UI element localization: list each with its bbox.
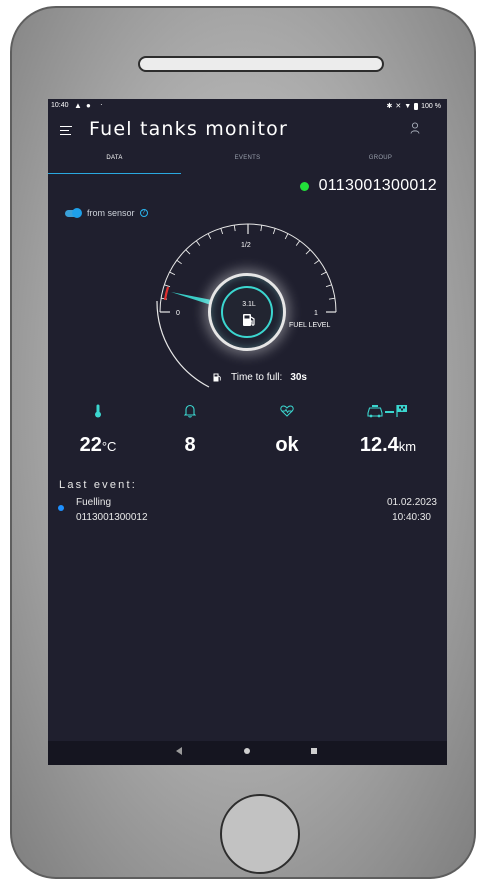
gauge-tick [169, 271, 176, 276]
nav-home-icon[interactable] [244, 748, 250, 754]
bell-icon [184, 404, 196, 418]
gauge-tick [325, 284, 332, 288]
stat-alarms: 8 [145, 402, 235, 457]
gauge-caption: FUEL LEVEL [289, 322, 331, 329]
gauge-tick [328, 297, 335, 300]
nav-recent-apps-icon[interactable] [311, 748, 317, 754]
gauge-min-label: 0 [176, 310, 180, 317]
gauge-tick [305, 249, 311, 255]
fuel-gauge [156, 223, 337, 388]
gauge-tick [314, 259, 320, 265]
gauge-tick [260, 225, 263, 232]
gauge-value: 3.1L [242, 301, 256, 308]
time-to-full: Time to full: 30s [213, 372, 307, 383]
gauge-mid-label: 1/2 [241, 242, 251, 249]
device-speaker [138, 56, 384, 72]
gauge-tick [272, 228, 276, 235]
event-time: 10:40:30 [392, 512, 431, 523]
gauge-low-zone [163, 286, 170, 301]
system-nav-bar [48, 741, 447, 765]
gauge-tick [320, 271, 327, 276]
stat-health: ok [242, 402, 332, 457]
gauge-tick [284, 233, 289, 240]
car-route-icon [367, 405, 407, 418]
gauge-tick [220, 228, 224, 235]
health-value: ok [275, 434, 299, 456]
gauge-tick [295, 240, 301, 246]
gauge-tick [195, 240, 201, 246]
gauge-center-ring: 3.1L [208, 273, 286, 351]
event-dot-icon [58, 505, 64, 511]
alarms-value: 8 [184, 434, 196, 456]
heart-pulse-icon [280, 405, 294, 417]
gauge-tick [207, 233, 212, 240]
app-screen: 10:40 ▲ ● · ✱ ✕ ▼ 100 % Fuel tanks monit… [48, 99, 447, 765]
event-name: Fuelling [76, 497, 112, 508]
distance-unit: km [398, 439, 417, 454]
last-event-item[interactable]: Fuelling 0113001300012 01.02.2023 10:40:… [48, 495, 447, 529]
device-home-button[interactable] [220, 794, 300, 874]
stat-temperature: 22°C [53, 402, 143, 457]
time-to-full-value: 30s [290, 372, 307, 383]
gauge-max-label: 1 [314, 310, 318, 317]
gauge-tick [176, 259, 182, 265]
event-device-id: 0113001300012 [76, 512, 148, 523]
temperature-unit: °C [101, 439, 117, 454]
nav-back-icon[interactable] [176, 747, 182, 755]
event-date: 01.02.2023 [386, 497, 437, 508]
gauge-tick [185, 249, 191, 255]
fuel-pump-icon [243, 314, 255, 326]
gauge-inner: 3.1L [221, 286, 273, 338]
time-to-full-label: Time to full: [231, 372, 283, 383]
gauge-tick [164, 284, 171, 288]
last-event-heading: Last event: [59, 479, 138, 491]
stats-row: 22°C 8 ok 12.4km [48, 402, 447, 462]
gauge-tick [233, 225, 236, 232]
thermometer-icon [95, 404, 101, 418]
gauge-needle [171, 292, 212, 305]
temperature-value: 22 [79, 434, 102, 456]
stat-distance: 12.4km [343, 402, 433, 457]
gauge-outer-arc [156, 300, 210, 388]
distance-value: 12.4 [359, 434, 399, 456]
fuel-pump-small-icon [213, 373, 221, 382]
